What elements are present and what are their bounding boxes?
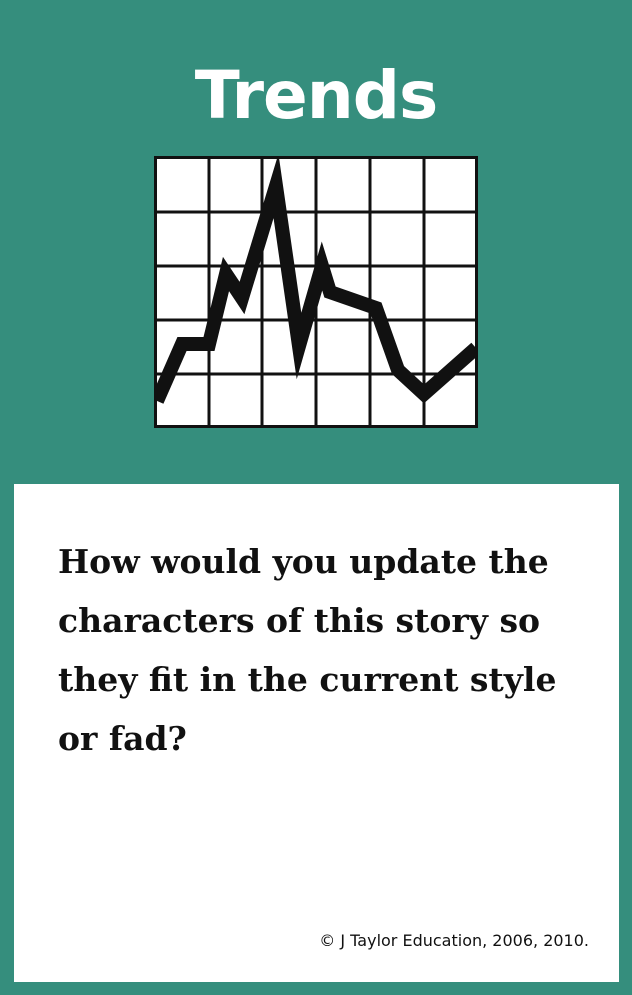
copyright-notice: © J Taylor Education, 2006, 2010. (319, 931, 589, 950)
line-chart-icon (154, 156, 478, 428)
question-panel: How would you update the characters of t… (14, 484, 619, 982)
trends-card: Trends How would you update the characte… (0, 0, 632, 995)
card-title: Trends (194, 57, 439, 134)
question-text: How would you update the characters of t… (58, 542, 557, 758)
